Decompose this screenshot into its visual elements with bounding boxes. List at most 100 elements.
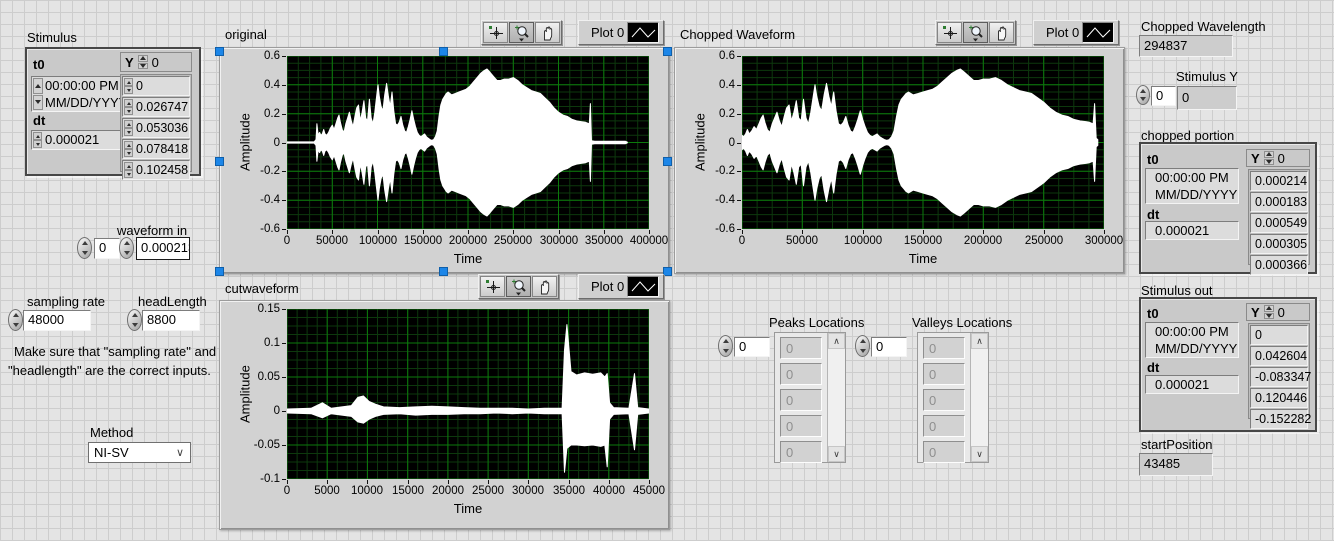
headlength-spinner[interactable]	[127, 309, 142, 331]
spin-up-button[interactable]	[33, 78, 43, 94]
stimulus-y-index-spinner[interactable]	[1136, 85, 1150, 105]
pan-tool-button[interactable]	[989, 22, 1014, 43]
spin-up-button[interactable]	[124, 162, 133, 170]
scroll-down-button[interactable]: ∨	[971, 446, 988, 462]
zoom-tool-button[interactable]	[963, 22, 988, 43]
array-element[interactable]: 0.026747	[122, 97, 190, 117]
sampling-rate-field[interactable]: 48000	[23, 310, 91, 331]
array-element[interactable]: 0.053036	[122, 118, 190, 138]
plot-area[interactable]	[742, 56, 1104, 229]
dt-spinner[interactable]	[33, 132, 42, 148]
spin-up-icon	[132, 313, 138, 317]
spin-down-button[interactable]	[124, 149, 133, 157]
y-index-value: 0	[1278, 305, 1285, 320]
cursor-tool-button[interactable]	[480, 276, 505, 297]
peaks-scrollbar[interactable]: ∧ ∨	[827, 333, 845, 462]
selection-handle[interactable]	[663, 47, 672, 56]
array-element[interactable]: 0.078418	[122, 139, 190, 159]
spin-up-button[interactable]	[1264, 151, 1274, 158]
zoom-tool-button[interactable]	[509, 22, 534, 43]
selection-handle[interactable]	[215, 47, 224, 56]
element-spinner[interactable]	[124, 162, 133, 178]
scroll-down-button[interactable]: ∨	[828, 446, 845, 462]
headlength-field[interactable]: 8800	[142, 310, 200, 331]
stimulus-y-index-field[interactable]: 0	[1151, 86, 1176, 106]
cursor-tool-button[interactable]	[937, 22, 962, 43]
axis-tick-mark	[569, 480, 570, 484]
spin-down-button[interactable]	[1264, 313, 1274, 320]
stimulus-dt-field[interactable]: 0.000021	[31, 130, 122, 150]
spin-down-icon	[140, 64, 146, 68]
plot-area[interactable]	[287, 56, 649, 229]
selection-handle[interactable]	[439, 47, 448, 56]
stimulus-t0-field[interactable]: 00:00:00 PM MM/DD/YYYY	[31, 76, 122, 112]
waveform-in-index-field[interactable]: 0	[94, 238, 120, 259]
scroll-up-button[interactable]: ∧	[971, 333, 988, 349]
scroll-up-button[interactable]: ∧	[828, 333, 845, 349]
spin-down-button[interactable]	[124, 170, 133, 178]
element-spinner[interactable]	[124, 120, 133, 136]
sampling-rate-spinner[interactable]	[8, 309, 23, 331]
spin-down-button[interactable]	[33, 95, 43, 111]
selection-handle[interactable]	[663, 157, 672, 166]
y-index-spinner[interactable]	[1264, 305, 1274, 319]
t0-indicator: 00:00:00 PM MM/DD/YYYY	[1145, 168, 1239, 204]
element-spinner[interactable]	[124, 78, 133, 94]
valleys-index-spinner[interactable]	[855, 335, 870, 357]
spin-down-button[interactable]	[124, 86, 133, 94]
t0-spinner[interactable]	[33, 78, 43, 110]
zoom-tool-button[interactable]	[506, 276, 531, 297]
array-element[interactable]: 0.102458	[122, 160, 190, 180]
plot-line-icon	[1082, 22, 1114, 43]
spin-up-button[interactable]	[124, 120, 133, 128]
spin-up-button[interactable]	[33, 132, 42, 140]
y-index-spinner[interactable]	[138, 55, 148, 69]
spin-up-button[interactable]	[124, 78, 133, 86]
selection-handle[interactable]	[215, 267, 224, 276]
pan-tool-button[interactable]	[535, 22, 560, 43]
waveform-in-index-spinner[interactable]	[77, 237, 92, 259]
axis-tick-label: 300000	[1085, 235, 1123, 247]
spin-down-button[interactable]	[138, 63, 148, 70]
y-index-control[interactable]: Y 0	[120, 52, 192, 72]
spin-up-button[interactable]	[124, 141, 133, 149]
waveform-in-value-field[interactable]: 0.000213	[136, 237, 190, 260]
spin-up-button[interactable]	[124, 99, 133, 107]
spin-down-button[interactable]	[124, 128, 133, 136]
spin-down-button[interactable]	[1264, 159, 1274, 166]
axis-tick-label: 250000	[494, 235, 532, 247]
cursor-tool-button[interactable]	[483, 22, 508, 43]
selection-handle[interactable]	[439, 267, 448, 276]
y-index-spinner[interactable]	[1264, 151, 1274, 165]
element-spinner[interactable]	[124, 99, 133, 115]
spin-up-button[interactable]	[138, 55, 148, 62]
plot-legend[interactable]: Plot 0	[1033, 20, 1119, 45]
plot-area[interactable]	[287, 309, 649, 479]
spin-down-button[interactable]	[33, 140, 42, 148]
axis-tick-label: 10000	[351, 485, 383, 497]
pan-tool-button[interactable]	[532, 276, 557, 297]
axis-tick-mark	[408, 480, 409, 484]
t0-time-value: 00:00:00 PM	[1146, 169, 1238, 186]
spin-down-icon	[127, 110, 131, 113]
valleys-index-field[interactable]: 0	[871, 337, 907, 357]
spin-up-button[interactable]	[1264, 305, 1274, 312]
selection-handle[interactable]	[663, 267, 672, 276]
axis-tick-label: 0	[729, 137, 735, 149]
waveform-in-value-spinner[interactable]	[119, 237, 134, 259]
plot-legend[interactable]: Plot 0	[578, 274, 664, 299]
plot-legend[interactable]: Plot 0	[578, 20, 664, 45]
spin-down-button[interactable]	[124, 107, 133, 115]
array-element: 0	[923, 389, 965, 411]
element-spinner[interactable]	[124, 141, 133, 157]
axis-tick-mark	[609, 480, 610, 484]
array-element[interactable]: 0	[122, 76, 190, 96]
peaks-index-field[interactable]: 0	[734, 337, 770, 357]
y-index-control[interactable]: Y 0	[1246, 303, 1310, 321]
valleys-scrollbar[interactable]: ∧ ∨	[970, 333, 988, 462]
method-dropdown[interactable]: NI-SV ∨	[88, 442, 191, 463]
axis-tick-label: 250000	[1025, 235, 1063, 247]
y-index-control[interactable]: Y 0	[1246, 149, 1310, 167]
peaks-index-spinner[interactable]	[718, 335, 733, 357]
selection-handle[interactable]	[215, 157, 224, 166]
